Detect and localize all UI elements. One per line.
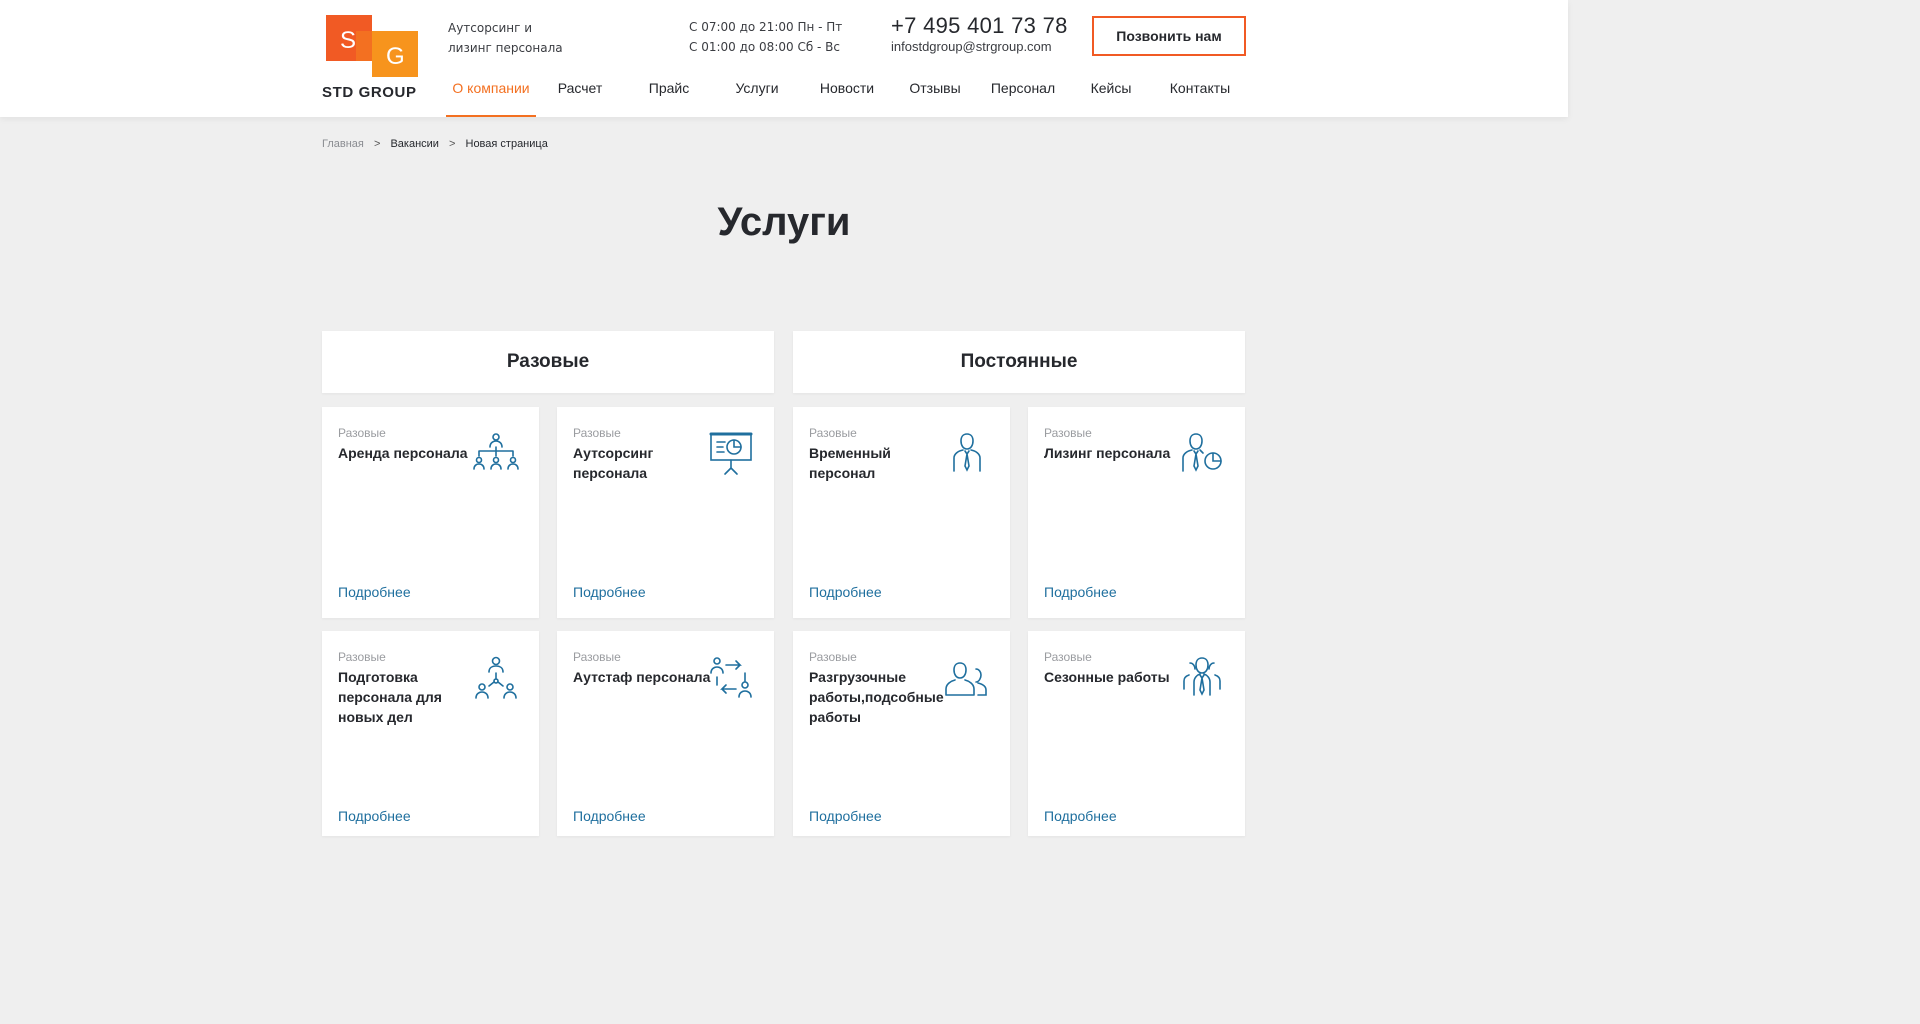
card-title: Сезонные работы (1044, 669, 1170, 685)
service-card[interactable]: Разовые Аутстаф персонала Подробнее (557, 631, 774, 836)
nav-item-reviews[interactable]: Отзывы (898, 72, 972, 117)
card-more-link[interactable]: Подробнее (809, 584, 882, 600)
logo-text: STD GROUP (322, 84, 417, 101)
people-exchange-icon (710, 657, 752, 698)
card-category: Разовые (809, 426, 857, 440)
breadcrumb-current: Новая страница (465, 138, 548, 150)
card-category: Разовые (809, 650, 857, 664)
service-card[interactable]: Разовые Аренда персонала Подробнее (322, 407, 539, 618)
service-card[interactable]: Разовые Разгрузочные работы,подсобные ра… (793, 631, 1010, 836)
logo[interactable]: S G STD GROUP (322, 15, 426, 103)
logo-mark-icon: S G (326, 15, 418, 77)
card-category: Разовые (1044, 426, 1092, 440)
tagline-line-1: Аутсорсинг и (448, 21, 533, 35)
card-more-link[interactable]: Подробнее (1044, 808, 1117, 824)
svg-text:G: G (386, 43, 405, 70)
card-more-link[interactable]: Подробнее (1044, 584, 1117, 600)
service-card[interactable]: Разовые Сезонные работы Подробнее (1028, 631, 1245, 836)
phone-number[interactable]: +7 495 401 73 78 (891, 13, 1068, 39)
card-title: Аутсорсинг персонала (573, 445, 654, 481)
card-title: Временный персонал (809, 445, 891, 481)
card-category: Разовые (338, 426, 386, 440)
card-more-link[interactable]: Подробнее (338, 808, 411, 824)
card-category: Разовые (573, 650, 621, 664)
service-card[interactable]: Разовые Временный персонал Подробнее (793, 407, 1010, 618)
tagline-line-2: лизинг персонала (448, 41, 563, 55)
nav-item-company[interactable]: О компании (446, 72, 536, 117)
person-pie-chart-icon (1182, 433, 1222, 472)
service-card[interactable]: Разовые Подготовка персонала для новых д… (322, 631, 539, 836)
card-category: Разовые (573, 426, 621, 440)
nav-item-news[interactable]: Новости (808, 72, 886, 117)
breadcrumb: Главная > Вакансии > Новая страница (322, 138, 548, 150)
page-title: Услуги (717, 200, 851, 244)
card-more-link[interactable]: Подробнее (809, 808, 882, 824)
org-chart-icon (473, 433, 519, 470)
person-tie-icon (953, 433, 981, 472)
card-title: Аренда персонала (338, 445, 468, 461)
email-address[interactable]: infostdgroup@strgroup.com (891, 39, 1052, 54)
card-title: Подготовка персонала для новых дел (338, 669, 442, 725)
presentation-chart-icon (709, 432, 753, 475)
card-more-link[interactable]: Подробнее (338, 584, 411, 600)
call-us-button[interactable]: Позвонить нам (1092, 16, 1246, 56)
card-more-link[interactable]: Подробнее (573, 584, 646, 600)
card-title: Лизинг персонала (1044, 445, 1171, 461)
category-permanent[interactable]: Постоянные (793, 331, 1245, 393)
site-header: S G STD GROUP Аутсорсинг и лизинг персон… (0, 0, 1568, 117)
card-category: Разовые (338, 650, 386, 664)
breadcrumb-separator: > (373, 138, 381, 150)
card-category: Разовые (1044, 650, 1092, 664)
card-title: Аутстаф персонала (573, 669, 711, 685)
breadcrumb-home[interactable]: Главная (322, 138, 364, 150)
category-one-time[interactable]: Разовые (322, 331, 774, 393)
two-people-icon (945, 662, 987, 696)
nav-item-contacts[interactable]: Контакты (1160, 72, 1240, 117)
breadcrumb-separator: > (449, 138, 456, 150)
nav-item-price[interactable]: Прайс (632, 72, 706, 117)
three-people-icon (1183, 657, 1221, 696)
breadcrumb-vacancies[interactable]: Вакансии (390, 138, 439, 150)
service-card[interactable]: Разовые Аутсорсинг персонала Подробнее (557, 407, 774, 618)
nav-item-calculation[interactable]: Расчет (542, 72, 618, 117)
team-network-icon (475, 656, 517, 699)
service-card[interactable]: Разовые Лизинг персонала Подробнее (1028, 407, 1245, 618)
hours-weekend: С 01:00 до 08:00 Сб - Вс (689, 40, 841, 54)
nav-item-cases[interactable]: Кейсы (1076, 72, 1146, 117)
card-title: Разгрузочные работы,подсобные работы (809, 669, 944, 725)
working-hours: С 07:00 до 21:00 Пн - Пт С 01:00 до 08:0… (689, 17, 849, 57)
tagline: Аутсорсинг и лизинг персонала (448, 18, 578, 58)
hours-weekdays: С 07:00 до 21:00 Пн - Пт (689, 20, 843, 34)
svg-text:S: S (340, 27, 356, 54)
card-more-link[interactable]: Подробнее (573, 808, 646, 824)
nav-item-services[interactable]: Услуги (720, 72, 794, 117)
nav-item-staff[interactable]: Персонал (986, 72, 1060, 117)
